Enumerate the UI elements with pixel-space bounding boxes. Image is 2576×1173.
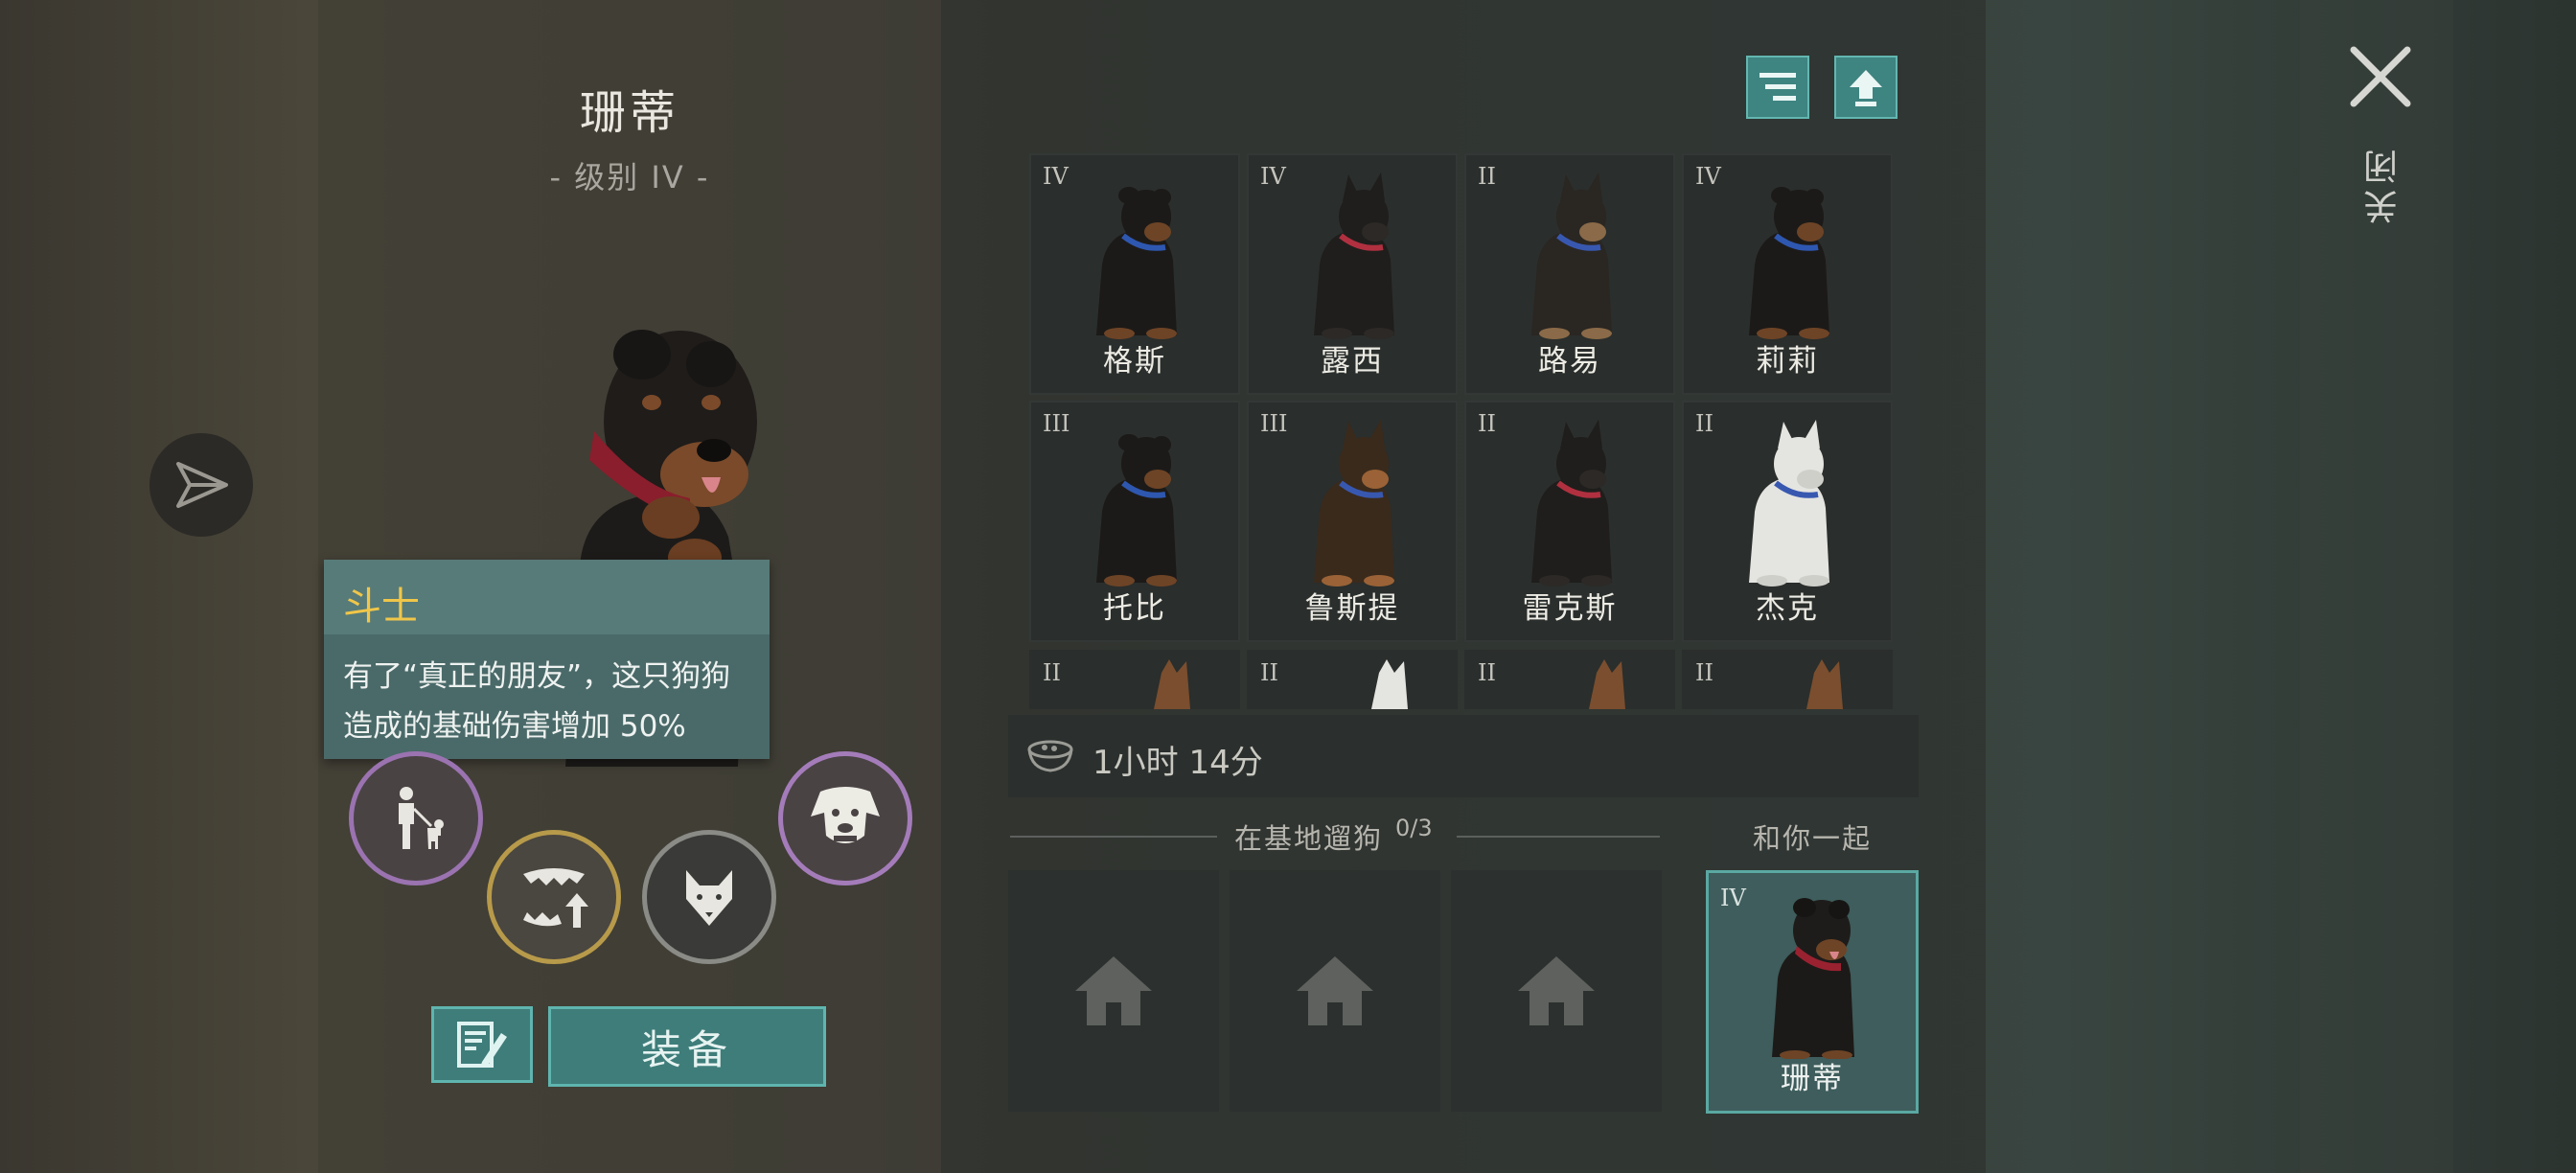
fangs-upgrade-icon (523, 868, 588, 928)
skill-companion[interactable] (349, 751, 483, 886)
skill-dog[interactable] (778, 751, 912, 886)
dog-card-partial[interactable]: II (1029, 650, 1240, 709)
dog-icon (1154, 659, 1190, 709)
close-button[interactable] (2344, 40, 2417, 113)
dog-tier: II (1043, 659, 1061, 686)
with-you-label: 和你一起 (1752, 822, 1872, 855)
dog-name-label: 莉莉 (1756, 344, 1819, 379)
dog-tier: II (1260, 659, 1278, 686)
dog-card[interactable]: III 鲁斯提 (1247, 401, 1458, 642)
sort-icon (1760, 73, 1796, 101)
dog-name-label: 杰克 (1756, 591, 1819, 626)
upgrade-arrow-icon (1850, 70, 1882, 106)
dog-card[interactable]: III 托比 (1029, 401, 1240, 642)
walk-divider-right (1457, 836, 1660, 838)
dog-name-label: 露西 (1321, 344, 1384, 379)
dog-icon (1096, 434, 1177, 586)
food-timer-bar: 1小时 14分 (1008, 715, 1919, 797)
dog-icon (1371, 659, 1408, 709)
dog-level: - 级别 IV - (549, 159, 710, 196)
walk-count: 0/3 (1395, 815, 1433, 841)
dog-card[interactable]: IV 格斯 (1029, 153, 1240, 395)
dog-tier: II (1695, 659, 1714, 686)
dog-name-label: 雷克斯 (1522, 591, 1618, 626)
dog-icon (1806, 659, 1843, 709)
edit-note-icon (457, 1022, 507, 1068)
walk-slot-1[interactable] (1008, 870, 1219, 1112)
dog-name-label: 格斯 (1103, 344, 1166, 379)
walk-header: 在基地遛狗 0/3 (1008, 815, 1662, 855)
dog-card[interactable]: II 路易 (1464, 153, 1675, 395)
dog-name-label: 路易 (1538, 344, 1601, 379)
send-arrow-icon (176, 462, 228, 508)
dog-tier: II (1478, 659, 1496, 686)
close-label[interactable]: 关闭 (2359, 144, 2404, 224)
skill-tooltip: 斗士 有了“真正的朋友”，这只狗狗造成的基础伤害增加 50% (324, 560, 770, 759)
tooltip-header: 斗士 (324, 560, 770, 634)
dog-card-partial[interactable]: II (1682, 650, 1893, 709)
dog-name-label: 托比 (1103, 591, 1166, 626)
tooltip-title: 斗士 (343, 585, 420, 629)
dog-name-label: 鲁斯提 (1304, 591, 1400, 626)
person-with-dog-icon (399, 787, 444, 849)
walk-label: 在基地遛狗 (1234, 822, 1384, 855)
skill-wolf[interactable] (642, 830, 776, 964)
tooltip-description: 有了“真正的朋友”，这只狗狗造成的基础伤害增加 50% (343, 659, 731, 744)
sort-button[interactable] (1746, 56, 1809, 119)
house-icon (1518, 956, 1595, 1025)
rename-button[interactable] (431, 1006, 533, 1083)
dog-card-partial[interactable]: II (1247, 650, 1458, 709)
walk-divider-left (1010, 836, 1217, 838)
dog-icon (1096, 187, 1177, 339)
dog-name: 珊蒂 (579, 86, 679, 140)
dog-icon (1749, 187, 1829, 339)
dog-icon (1531, 420, 1612, 586)
companion-name: 珊蒂 (1781, 1062, 1844, 1096)
dog-card[interactable]: IV 露西 (1247, 153, 1458, 395)
dog-face-icon (811, 787, 880, 843)
rottweiler-icon (1772, 898, 1854, 1059)
dog-icon (1531, 172, 1612, 339)
food-bowl-icon (1027, 740, 1073, 772)
walk-slot-3[interactable] (1451, 870, 1662, 1112)
house-icon (1075, 956, 1152, 1025)
upgrade-button[interactable] (1834, 56, 1898, 119)
house-icon (1297, 956, 1373, 1025)
dog-card[interactable]: IV 莉莉 (1682, 153, 1893, 395)
send-button[interactable] (150, 433, 253, 537)
skill-fangs[interactable] (487, 830, 621, 964)
timer-text: 1小时 14分 (1092, 744, 1263, 782)
dog-card-partial[interactable]: II (1464, 650, 1675, 709)
dog-icon (1314, 420, 1394, 586)
equip-button[interactable]: 装备 (548, 1006, 826, 1087)
dog-icon (1749, 420, 1829, 586)
dog-card[interactable]: II 杰克 (1682, 401, 1893, 642)
wolf-head-icon (686, 870, 732, 926)
dog-icon (1589, 659, 1625, 709)
dog-card[interactable]: II 雷克斯 (1464, 401, 1675, 642)
close-icon (2350, 46, 2411, 107)
walk-slot-2[interactable] (1230, 870, 1440, 1112)
companion-card[interactable]: IV 珊蒂 (1706, 870, 1919, 1114)
dog-icon (1314, 172, 1394, 339)
